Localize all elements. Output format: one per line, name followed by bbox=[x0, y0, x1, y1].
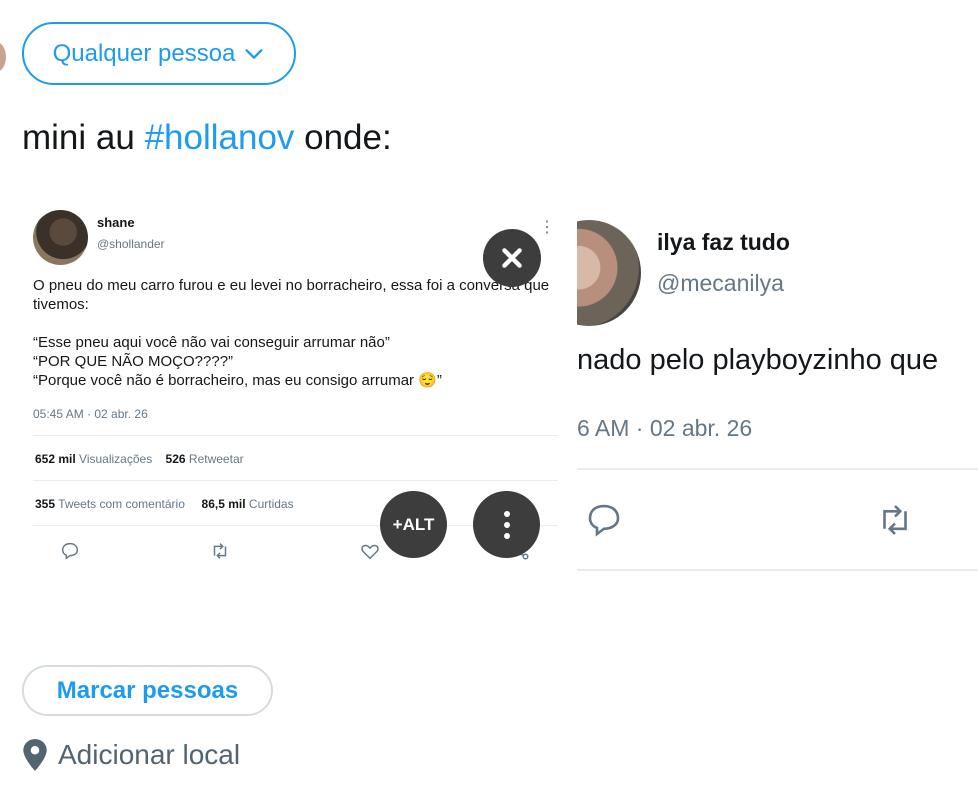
location-pin-icon bbox=[23, 739, 47, 771]
more-vertical-icon: ⋮ bbox=[539, 219, 555, 236]
retweet-icon bbox=[213, 543, 227, 559]
tweet-body-line: “POR QUE NÃO MOÇO????” bbox=[33, 353, 234, 370]
divider bbox=[33, 480, 558, 481]
tweet-body: nado pelo playboyzinho que bbox=[577, 344, 939, 376]
retweet-icon bbox=[883, 505, 907, 535]
tweet-avatar bbox=[577, 220, 641, 326]
tweet-body-line: O pneu do meu carro furou e eu levei no … bbox=[33, 277, 550, 313]
divider bbox=[33, 435, 558, 436]
compose-text-start: mini au bbox=[22, 118, 145, 157]
close-icon bbox=[502, 248, 522, 268]
add-location-button[interactable]: Adicionar local bbox=[22, 738, 240, 772]
tweet-timestamp: 6 AM · 02 abr. 26 bbox=[577, 415, 753, 441]
tag-people-button[interactable]: Marcar pessoas bbox=[22, 665, 273, 716]
add-alt-text-button[interactable]: +ALT bbox=[380, 491, 447, 558]
compose-text-field[interactable]: mini au #hollanov onde: bbox=[22, 118, 392, 158]
divider bbox=[577, 468, 978, 470]
heart-icon bbox=[361, 544, 379, 560]
hashtag-link[interactable]: #hollanov bbox=[145, 118, 295, 157]
more-vertical-icon bbox=[503, 510, 510, 539]
tweet-avatar bbox=[33, 210, 88, 265]
image-options-button[interactable] bbox=[473, 491, 540, 558]
replies-count: 355 bbox=[35, 497, 56, 511]
likes-count: 86,5 mil bbox=[201, 497, 246, 511]
views-label: Visualizações bbox=[79, 452, 153, 466]
tweet-author-handle: @shollander bbox=[97, 237, 165, 251]
tweet-body-line: “Porque você não é borracheiro, mas eu c… bbox=[33, 372, 442, 389]
reply-icon bbox=[588, 504, 620, 537]
remove-image-button[interactable] bbox=[483, 229, 541, 287]
chevron-down-icon bbox=[245, 48, 263, 59]
replies-label: Tweets com comentário bbox=[58, 497, 185, 511]
reply-icon bbox=[61, 542, 79, 560]
retweets-label: Retweetar bbox=[188, 452, 244, 466]
user-avatar[interactable] bbox=[0, 42, 6, 72]
tweet-author-handle: @mecanilya bbox=[657, 270, 784, 296]
divider bbox=[577, 569, 978, 571]
add-location-label: Adicionar local bbox=[58, 739, 241, 770]
tweet-timestamp: 05:45 AM · 02 abr. 26 bbox=[33, 407, 148, 421]
tweet-author-name: ilya faz tudo bbox=[657, 229, 790, 255]
tweet-body-line: “Esse pneu aqui você não vai conseguir a… bbox=[33, 334, 390, 351]
retweets-count: 526 bbox=[165, 452, 186, 466]
views-count: 652 mil bbox=[35, 452, 76, 466]
tweet-author-name: shane bbox=[97, 215, 135, 230]
tweet-stats-row-1: 652 mil Visualizações 526 Retweetar bbox=[35, 452, 244, 466]
tweet-stats-row-2: 355 Tweets com comentário 86,5 mil Curti… bbox=[35, 497, 294, 511]
tweet-body: O pneu do meu carro furou e eu levei no … bbox=[33, 276, 563, 390]
likes-label: Curtidas bbox=[248, 497, 294, 511]
audience-label: Qualquer pessoa bbox=[52, 39, 236, 67]
attached-image-2[interactable]: ilya faz tudo @mecanilya nado pelo playb… bbox=[577, 196, 978, 596]
audience-selector-button[interactable]: Qualquer pessoa bbox=[22, 22, 296, 85]
compose-text-end: onde: bbox=[294, 118, 392, 157]
